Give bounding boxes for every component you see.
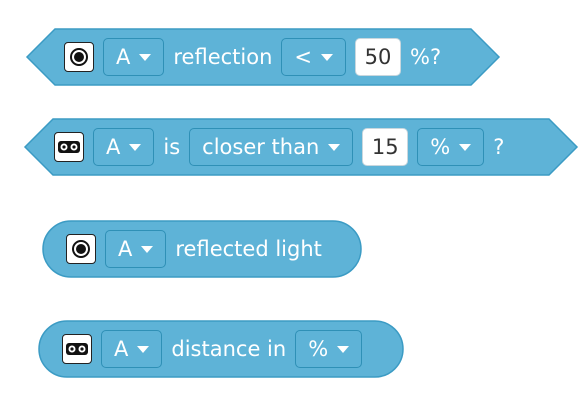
reflected-light-block[interactable]: A reflected light	[42, 220, 362, 278]
chevron-down-icon	[129, 143, 142, 151]
chevron-down-icon	[141, 245, 154, 253]
distance-reporter-block[interactable]: A distance in %	[38, 320, 404, 378]
unit-value: %	[430, 135, 451, 159]
comparison-dropdown[interactable]: closer than	[189, 128, 354, 166]
distance-sensor-icon[interactable]	[54, 132, 84, 162]
port-dropdown[interactable]: A	[101, 330, 163, 368]
comparison-value: closer than	[202, 135, 320, 159]
chevron-down-icon	[137, 345, 150, 353]
port-value: A	[114, 337, 129, 361]
block-label: reflection	[173, 45, 273, 69]
distance-compare-block[interactable]: A is closer than 15 % ?	[23, 118, 579, 176]
port-dropdown[interactable]: A	[93, 128, 155, 166]
port-dropdown[interactable]: A	[103, 38, 165, 76]
distance-sensor-icon[interactable]	[62, 334, 92, 364]
distance-input[interactable]: 15	[362, 128, 409, 166]
unit-value: %	[308, 337, 329, 361]
port-value: A	[118, 237, 133, 261]
reflection-compare-block[interactable]: A reflection < 50 %?	[25, 28, 501, 86]
color-sensor-icon[interactable]	[66, 234, 96, 264]
block-label: is	[163, 135, 181, 159]
block-suffix: %?	[410, 45, 442, 69]
color-sensor-icon[interactable]	[64, 42, 94, 72]
operator-value: <	[294, 45, 312, 69]
block-label: reflected light	[175, 237, 322, 261]
unit-dropdown[interactable]: %	[417, 128, 485, 166]
port-dropdown[interactable]: A	[105, 230, 167, 268]
chevron-down-icon	[459, 143, 472, 151]
threshold-input[interactable]: 50	[355, 38, 401, 76]
port-value: A	[116, 45, 131, 69]
chevron-down-icon	[337, 345, 350, 353]
block-suffix: ?	[493, 135, 505, 159]
chevron-down-icon	[328, 143, 341, 151]
chevron-down-icon	[321, 53, 333, 61]
operator-dropdown[interactable]: <	[281, 38, 346, 76]
unit-dropdown[interactable]: %	[295, 330, 363, 368]
chevron-down-icon	[139, 53, 152, 61]
block-label: distance in	[171, 337, 287, 361]
port-value: A	[106, 135, 121, 159]
